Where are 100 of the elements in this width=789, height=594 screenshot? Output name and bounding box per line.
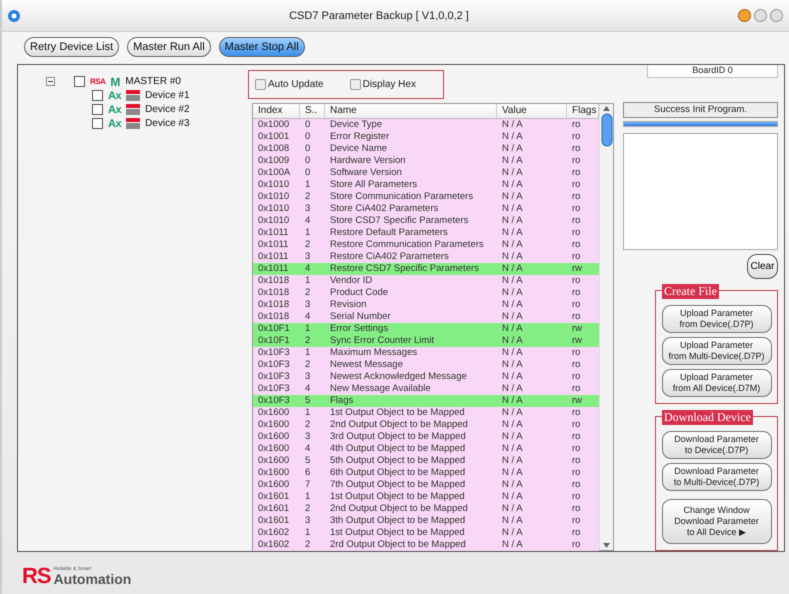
- table-row[interactable]: 0x10F1 2 Sync Error Counter Limit N / A rw: [253, 335, 599, 347]
- table-cell-text: Store CSD7 Specific Parameters: [329, 215, 470, 227]
- close-icon[interactable]: [770, 9, 783, 22]
- table-row[interactable]: 0x1600 7 7th Output Object to be Mapped N / A ro: [253, 479, 599, 491]
- table-row[interactable]: 0x1009 0 Hardware Version N / A ro: [253, 155, 599, 167]
- tree-item[interactable]: MASTER #0: [125, 76, 181, 87]
- table-cell-text: ro: [571, 479, 582, 491]
- table-row[interactable]: 0x1010 1 Store All Parameters N / A ro: [253, 179, 599, 191]
- table-cell-text: ro: [571, 311, 582, 323]
- action-button[interactable]: Upload Parameter from Multi-Device(.D7P): [662, 337, 772, 365]
- table-cell-text: 4th Output Object to be Mapped: [329, 443, 466, 455]
- action-button[interactable]: Upload Parameter from All Device(.D7M): [662, 369, 772, 397]
- table-row[interactable]: 0x10F1 1 Error Settings N / A rw: [253, 323, 599, 335]
- device-icon: [126, 104, 140, 115]
- table-cell-text: 0x1601: [257, 491, 290, 503]
- table-cell-text: 0: [304, 119, 312, 131]
- action-button[interactable]: Download Parameter to Device(.D7P): [662, 431, 772, 459]
- table-cell-text: ro: [571, 443, 582, 455]
- table-row[interactable]: 0x1601 1 1st Output Object to be Mapped N / A ro: [253, 491, 599, 503]
- table-cell-text: N / A: [501, 407, 524, 419]
- scroll-down-icon[interactable]: [602, 541, 611, 550]
- column-header[interactable]: Value: [497, 104, 567, 118]
- table-cell-text: 2rd Output Object to be Mapped: [329, 539, 467, 551]
- table-row[interactable]: 0x1600 5 5th Output Object to be Mapped N / A ro: [253, 455, 599, 467]
- table-row[interactable]: 0x100A 0 Software Version N / A ro: [253, 167, 599, 179]
- table-cell-text: N / A: [501, 503, 524, 515]
- toolbar-button[interactable]: Retry Device List: [24, 37, 120, 57]
- logo-letter: M: [110, 74, 120, 88]
- collapse-icon[interactable]: [46, 77, 55, 86]
- tree-item[interactable]: Device #2: [145, 104, 190, 115]
- table-row[interactable]: 0x1602 2 2rd Output Object to be Mapped N / A ro: [253, 539, 599, 551]
- table-row[interactable]: 0x1011 4 Restore CSD7 Specific Parameters N / A rw: [253, 263, 599, 275]
- table-row[interactable]: 0x1600 2 2nd Output Object to be Mapped N / A ro: [253, 419, 599, 431]
- tree-item[interactable]: Device #1: [145, 90, 190, 101]
- table-cell-text: 2: [304, 359, 312, 371]
- table-row[interactable]: 0x1018 2 Product Code N / A ro: [253, 287, 599, 299]
- table-cell-text: ro: [571, 227, 582, 239]
- checkbox[interactable]: [74, 76, 85, 87]
- table-cell-text: N / A: [501, 371, 524, 383]
- table-row[interactable]: 0x1010 3 Store CiA402 Parameters N / A ro: [253, 203, 599, 215]
- table-row[interactable]: 0x1601 2 2nd Output Object to be Mapped N / A ro: [253, 503, 599, 515]
- table-row[interactable]: 0x1011 2 Restore Communication Parameters N / A ro: [253, 239, 599, 251]
- column-header[interactable]: Name: [325, 104, 497, 118]
- action-button[interactable]: Change Window Download Parameter to All Device ▶: [662, 499, 772, 544]
- toolbar-button[interactable]: Master Run All: [127, 37, 211, 57]
- checkbox[interactable]: Auto Update: [255, 79, 324, 90]
- checkbox[interactable]: [92, 118, 103, 129]
- table-cell-text: Hardware Version: [329, 155, 407, 167]
- table-cell-text: 0x1600: [257, 479, 290, 491]
- action-button[interactable]: Upload Parameter from Device(.D7P): [662, 305, 772, 333]
- table-cell-text: 0x1600: [257, 467, 290, 479]
- table-cell-text: ro: [571, 299, 582, 311]
- table-cell-text: 1: [304, 491, 312, 503]
- table-row[interactable]: 0x1600 3 3rd Output Object to be Mapped N / A ro: [253, 431, 599, 443]
- table-row[interactable]: 0x1018 4 Serial Number N / A ro: [253, 311, 599, 323]
- table-cell-text: 0x1011: [257, 239, 290, 251]
- table-cell-text: 1st Output Object to be Mapped: [329, 407, 466, 419]
- checkbox[interactable]: [92, 90, 103, 101]
- column-header[interactable]: Index: [253, 104, 300, 118]
- table-cell-text: ro: [571, 419, 582, 431]
- table-row[interactable]: 0x1010 2 Store Communication Parameters N / A ro: [253, 191, 599, 203]
- checkbox[interactable]: Display Hex: [350, 79, 416, 90]
- clear-button[interactable]: Clear: [747, 254, 778, 279]
- column-header[interactable]: S..: [300, 104, 325, 118]
- maximize-icon[interactable]: [754, 9, 767, 22]
- table-cell-text: ro: [571, 539, 582, 551]
- table-row[interactable]: 0x1018 3 Revision N / A ro: [253, 299, 599, 311]
- table-cell-text: 0x1000: [257, 119, 290, 131]
- table-cell-text: 0x10F3: [257, 383, 291, 395]
- table-row[interactable]: 0x1000 0 Device Type N / A ro: [253, 119, 599, 131]
- table-row[interactable]: 0x1008 0 Device Name N / A ro: [253, 143, 599, 155]
- table-row[interactable]: 0x1010 4 Store CSD7 Specific Parameters N / A ro: [253, 215, 599, 227]
- table-cell-text: N / A: [501, 335, 524, 347]
- table-cell-text: Serial Number: [329, 311, 392, 323]
- table-cell-text: 4: [304, 443, 312, 455]
- table-row[interactable]: 0x10F3 4 New Message Available N / A ro: [253, 383, 599, 395]
- table-row[interactable]: 0x1011 3 Restore CiA402 Parameters N / A ro: [253, 251, 599, 263]
- table-row[interactable]: 0x1602 1 1st Output Object to be Mapped N / A ro: [253, 527, 599, 539]
- table-row[interactable]: 0x1600 1 1st Output Object to be Mapped N / A ro: [253, 407, 599, 419]
- table-row[interactable]: 0x1001 0 Error Register N / A ro: [253, 131, 599, 143]
- table-cell-text: 2: [304, 335, 312, 347]
- table-row[interactable]: 0x1011 1 Restore Default Parameters N / A ro: [253, 227, 599, 239]
- brand-name: Automation: [54, 572, 132, 586]
- table-cell-text: 4: [304, 383, 312, 395]
- table-row[interactable]: 0x10F3 1 Maximum Messages N / A ro: [253, 347, 599, 359]
- table-row[interactable]: 0x10F3 3 Newest Acknowledged Message N / A ro: [253, 371, 599, 383]
- table-row[interactable]: 0x10F3 5 Flags N / A rw: [253, 395, 599, 407]
- table-row[interactable]: 0x10F3 2 Newest Message N / A ro: [253, 359, 599, 371]
- toolbar-button[interactable]: Master Stop All: [218, 37, 305, 57]
- scrollbar-thumb[interactable]: [600, 113, 612, 147]
- table-row[interactable]: 0x1018 1 Vendor ID N / A ro: [253, 275, 599, 287]
- table-cell-text: rw: [571, 335, 584, 347]
- action-button[interactable]: Download Parameter to Multi-Device(.D7P): [662, 463, 772, 491]
- table-row[interactable]: 0x1601 3 3th Output Object to be Mapped N / A ro: [253, 515, 599, 527]
- checkbox[interactable]: [92, 104, 103, 115]
- table-row[interactable]: 0x1600 4 4th Output Object to be Mapped N / A ro: [253, 443, 599, 455]
- tree-item[interactable]: Device #3: [145, 118, 190, 129]
- minimize-icon[interactable]: [738, 9, 751, 22]
- table-row[interactable]: 0x1600 6 6th Output Object to be Mapped N / A ro: [253, 467, 599, 479]
- table-cell-text: ro: [571, 251, 582, 263]
